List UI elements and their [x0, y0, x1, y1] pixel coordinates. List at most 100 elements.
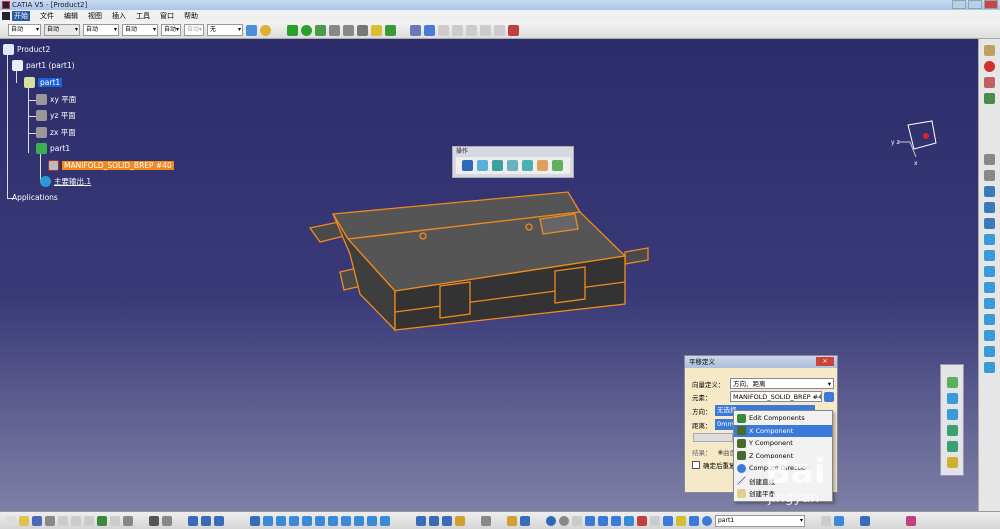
body-insert-icon[interactable] [611, 515, 621, 526]
sweep-icon[interactable] [984, 298, 995, 309]
hand-icon[interactable] [559, 515, 569, 526]
select-trap-icon[interactable] [984, 170, 995, 181]
tree-node-applications[interactable]: Applications [12, 193, 58, 202]
ordered-set-icon[interactable] [663, 515, 673, 526]
apply-material-icon[interactable] [507, 515, 517, 526]
translate-icon[interactable] [552, 160, 563, 171]
point-type-select[interactable]: 自动 [161, 24, 181, 36]
sketch-analysis-icon[interactable] [416, 515, 426, 526]
line-thickness-select[interactable]: 自动 [83, 24, 119, 36]
element-selector-icon[interactable] [824, 391, 834, 402]
transparency-select[interactable]: 自动 [44, 24, 80, 36]
compass[interactable]: y z x [890, 117, 940, 169]
inertia-icon[interactable] [455, 515, 465, 526]
menu-item-edit-components[interactable]: Edit Components [734, 412, 832, 425]
tree-node-solid[interactable]: MANIFOLD_SOLID_BREP #40 [48, 160, 174, 171]
work-on-support-icon[interactable] [598, 515, 608, 526]
close-button[interactable] [984, 0, 998, 9]
current-part-select[interactable]: part1 [715, 514, 805, 527]
trim-icon[interactable] [522, 160, 533, 171]
tree-node-yz-plane[interactable]: yz 平面 [36, 110, 76, 121]
redo-icon[interactable] [110, 515, 120, 526]
manifold-model[interactable] [300, 184, 660, 344]
axis-system-icon[interactable] [572, 515, 582, 526]
quick-view-icon[interactable] [341, 515, 351, 526]
window-tile-icon[interactable] [834, 515, 844, 526]
surface-icon[interactable] [946, 409, 958, 420]
join-icon[interactable] [462, 160, 473, 171]
tree-node-part[interactable]: part1 [24, 77, 63, 88]
hide-show-icon[interactable] [367, 515, 377, 526]
measure-box-icon[interactable] [676, 515, 686, 526]
formula-icon[interactable] [149, 515, 159, 526]
menu-tools[interactable]: 工具 [136, 11, 150, 21]
split-icon[interactable] [507, 160, 518, 171]
repeat-checkbox[interactable] [692, 461, 700, 469]
options-icon[interactable] [214, 515, 224, 526]
point-icon[interactable] [984, 93, 995, 104]
swap-space-icon[interactable] [380, 515, 390, 526]
fillet-icon[interactable] [537, 160, 548, 171]
constraint-icon[interactable] [371, 24, 382, 36]
zoom-in-icon[interactable] [302, 515, 312, 526]
component-icon[interactable] [424, 24, 435, 36]
normal-view-icon[interactable] [328, 515, 338, 526]
tree-node-body[interactable]: part1 [36, 143, 70, 154]
element-field[interactable]: MANIFOLD_SOLID_BREP #40 [730, 391, 822, 402]
format-painter-icon[interactable] [246, 24, 257, 36]
minimize-button[interactable] [952, 0, 966, 9]
extrude-icon[interactable] [984, 234, 995, 245]
comment-icon[interactable] [162, 515, 172, 526]
paste-icon[interactable] [84, 515, 94, 526]
fit-all-icon[interactable] [263, 515, 273, 526]
menu-edit[interactable]: 编辑 [64, 11, 78, 21]
zoom-out-icon[interactable] [315, 515, 325, 526]
existing-component-icon[interactable] [438, 24, 449, 36]
workbench-icon[interactable] [984, 45, 995, 56]
color-select[interactable]: 自动 [8, 24, 41, 36]
analysis-icon[interactable] [946, 425, 958, 436]
manipulate-icon[interactable] [315, 24, 326, 36]
app-menu-icon[interactable] [2, 12, 10, 20]
pattern-icon[interactable] [984, 362, 995, 373]
clash-icon[interactable] [357, 24, 368, 36]
material-icon[interactable] [260, 24, 271, 36]
scan-icon[interactable] [520, 515, 530, 526]
stop-manipulate-icon[interactable] [343, 24, 354, 36]
curvature-icon[interactable] [946, 457, 958, 468]
menu-help[interactable]: 帮助 [184, 11, 198, 21]
fill-icon[interactable] [984, 314, 995, 325]
stack-icon[interactable] [689, 515, 699, 526]
grid-icon[interactable] [585, 515, 595, 526]
box-icon[interactable] [624, 515, 634, 526]
line-type-select[interactable]: 自动 [122, 24, 158, 36]
surface-plane-icon[interactable] [702, 515, 712, 526]
pan-icon[interactable] [276, 515, 286, 526]
healing-icon[interactable] [477, 160, 488, 171]
menu-file[interactable]: 文件 [40, 11, 54, 21]
graph-tree-icon[interactable] [466, 24, 477, 36]
product-icon[interactable] [410, 24, 421, 36]
spiral-icon[interactable] [546, 515, 556, 526]
geometric-set-icon[interactable] [650, 515, 660, 526]
extract-icon[interactable] [946, 393, 958, 404]
menu-item-y-component[interactable]: Y Component [734, 437, 832, 450]
tree-node-output[interactable]: 主要输出.1 [40, 176, 91, 187]
offset-icon[interactable] [984, 282, 995, 293]
catalog-icon[interactable] [508, 24, 519, 36]
tree-node-part-instance[interactable]: part1 (part1) [12, 60, 75, 71]
maximize-button[interactable] [968, 0, 982, 9]
save-icon[interactable] [32, 515, 42, 526]
sphere-icon[interactable] [984, 266, 995, 277]
rotate-icon[interactable] [289, 515, 299, 526]
tree-node-xy-plane[interactable]: xy 平面 [36, 94, 76, 105]
undo-icon[interactable] [97, 515, 107, 526]
menu-view[interactable]: 视图 [88, 11, 102, 21]
axis-icon[interactable] [984, 218, 995, 229]
catalog-browser-icon[interactable] [481, 515, 491, 526]
snap-icon[interactable] [301, 24, 312, 36]
layer-select[interactable]: 无 [207, 24, 243, 36]
tree-node-product2[interactable]: Product2 [3, 44, 50, 55]
blend-icon[interactable] [984, 346, 995, 357]
move-icon[interactable] [287, 24, 298, 36]
